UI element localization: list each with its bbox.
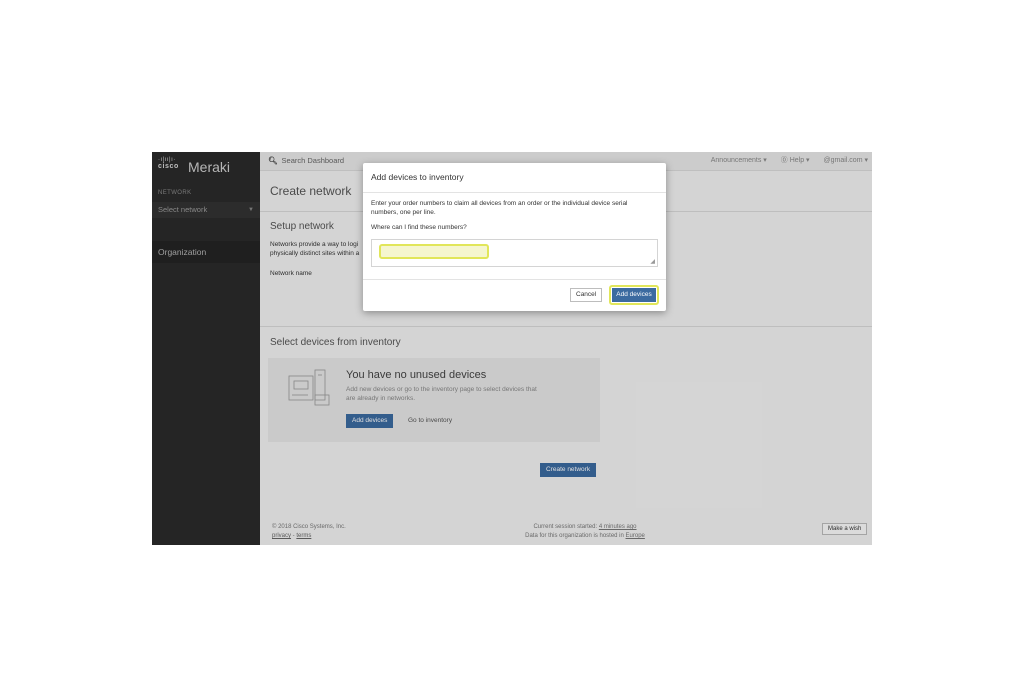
modal-add-devices-button[interactable]: Add devices [612,288,656,302]
modal-divider [363,192,666,193]
modal-title: Add devices to inventory [371,172,464,182]
serial-numbers-textarea[interactable]: ◢ [371,239,658,267]
add-devices-modal: Add devices to inventory Enter your orde… [363,163,666,311]
modal-divider [363,279,666,280]
modal-description: Enter your order numbers to claim all de… [371,200,628,216]
resize-grip-icon[interactable]: ◢ [650,259,655,265]
add-devices-button-highlight: Add devices [609,285,659,305]
app-window: ·ı|ıı|ı· cisco Meraki NETWORK Select net… [152,152,872,545]
cancel-button[interactable]: Cancel [570,288,603,302]
find-numbers-link[interactable]: Where can I find these numbers? [371,224,467,231]
textarea-highlight [379,244,489,259]
